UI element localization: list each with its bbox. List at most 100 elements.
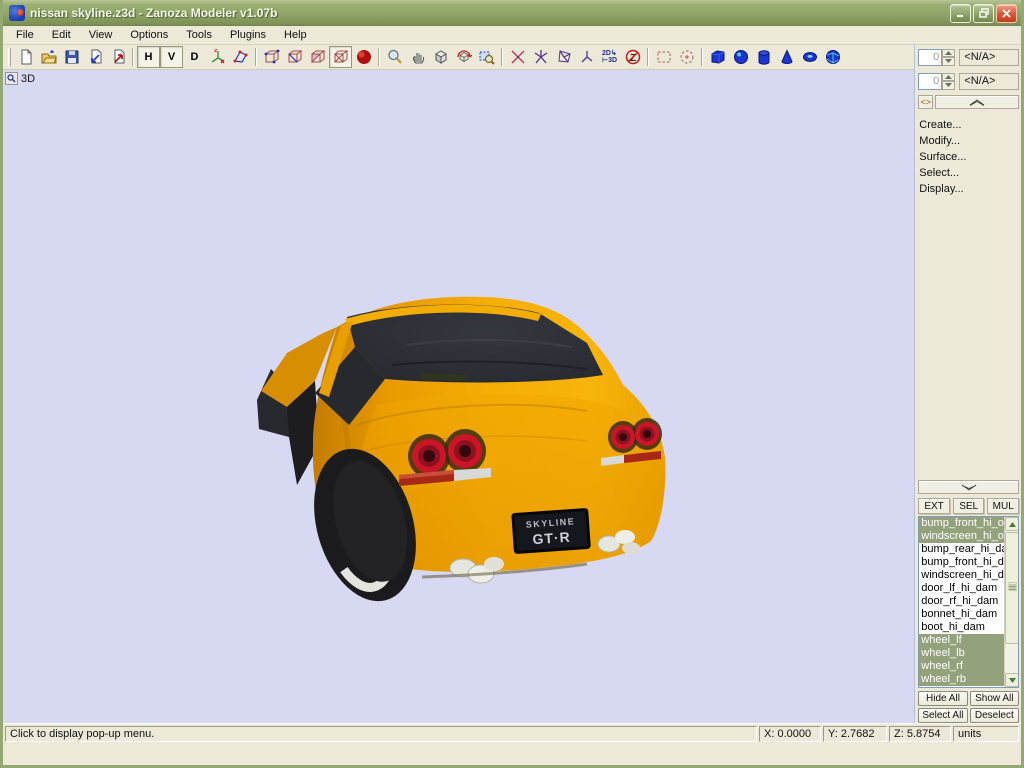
object-list-item[interactable]: wheel_rf <box>919 660 1004 673</box>
object-list-item[interactable]: wheel_lf <box>919 634 1004 647</box>
list-action-button[interactable]: Hide All <box>918 691 967 706</box>
select-circle-button[interactable] <box>675 46 698 68</box>
pan-hand-icon <box>410 49 426 65</box>
menu-item[interactable]: Help <box>275 27 316 43</box>
panel-menu-item[interactable]: Modify... <box>919 135 1019 151</box>
toolbar-grip <box>8 48 11 66</box>
scroll-up-button[interactable] <box>1005 517 1019 531</box>
spinner-1-arrows[interactable] <box>942 49 955 66</box>
swap-panel-button[interactable]: <> <box>918 95 933 109</box>
car-model[interactable]: SKYLINE GT·R <box>257 285 677 605</box>
h-toggle-button[interactable]: H <box>137 46 160 68</box>
pan-button[interactable] <box>406 46 429 68</box>
mode-button[interactable]: SEL <box>953 498 985 514</box>
import-file-icon <box>87 49 103 65</box>
object-listbox[interactable]: bump_front_hi_okwindscreen_hi_okbump_rea… <box>918 516 1019 688</box>
menu-item[interactable]: Edit <box>43 27 80 43</box>
list-action-button[interactable]: Select All <box>918 708 967 723</box>
import-file-button[interactable] <box>83 46 106 68</box>
faces-mode-button[interactable] <box>306 46 329 68</box>
spin-up-icon[interactable] <box>942 73 955 82</box>
object-list-item[interactable]: door_lf_hi_dam <box>919 582 1004 595</box>
object-list-item[interactable]: boot_hi_dam <box>919 621 1004 634</box>
material-sphere-button[interactable] <box>352 46 375 68</box>
select-rectangle-button[interactable] <box>652 46 675 68</box>
menu-item[interactable]: Options <box>121 27 177 43</box>
expand-panel-button[interactable] <box>918 480 1019 494</box>
collapse-panel-button[interactable] <box>935 95 1019 109</box>
panel-menu-item[interactable]: Display... <box>919 183 1019 199</box>
zoom-button[interactable] <box>383 46 406 68</box>
mode-button[interactable]: MUL <box>987 498 1019 514</box>
panel-menu-item[interactable]: Create... <box>919 119 1019 135</box>
faces-mode-icon <box>310 49 326 65</box>
local-axes-button[interactable] <box>575 46 598 68</box>
object-list-item[interactable]: windscreen_hi_dam <box>919 569 1004 582</box>
save-file-button[interactable] <box>60 46 83 68</box>
mode-button[interactable]: EXT <box>918 498 950 514</box>
object-list: bump_front_hi_okwindscreen_hi_okbump_rea… <box>919 517 1004 687</box>
restore-button[interactable] <box>973 4 994 23</box>
spinner-2-value[interactable]: 0 <box>918 73 942 90</box>
spin-down-icon[interactable] <box>942 81 955 90</box>
menu-item[interactable]: View <box>80 27 122 43</box>
na-selector-2[interactable]: <N/A> <box>959 73 1019 90</box>
d-toggle-button[interactable]: D <box>183 46 206 68</box>
create-box-button[interactable] <box>706 46 729 68</box>
zoom-region-button[interactable] <box>475 46 498 68</box>
panel-menu-item[interactable]: Surface... <box>919 151 1019 167</box>
edges-mode-button[interactable] <box>283 46 306 68</box>
na-selector-1[interactable]: <N/A> <box>959 49 1019 66</box>
object-list-item[interactable]: windscreen_hi_ok <box>919 530 1004 543</box>
new-file-button[interactable] <box>14 46 37 68</box>
export-file-button[interactable] <box>106 46 129 68</box>
menu-item[interactable]: File <box>7 27 43 43</box>
object-list-item[interactable]: bump_front_hi_dam <box>919 556 1004 569</box>
2d-3d-toggle-button[interactable]: 2D↳⊢3D <box>598 46 621 68</box>
object-list-item[interactable]: bump_rear_hi_dam <box>919 543 1004 556</box>
spinner-2-arrows[interactable] <box>942 73 955 90</box>
object-list-item[interactable]: wheel_lb <box>919 647 1004 660</box>
select-rectangle-icon <box>656 49 672 65</box>
v-toggle-button[interactable]: V <box>160 46 183 68</box>
minimize-button[interactable] <box>950 4 971 23</box>
spin-down-icon[interactable] <box>942 57 955 66</box>
object-list-item[interactable]: wheel_rb <box>919 673 1004 686</box>
object-list-item[interactable]: bonnet_hi_dam <box>919 608 1004 621</box>
menu-item[interactable]: Tools <box>177 27 221 43</box>
list-scrollbar[interactable] <box>1004 517 1018 687</box>
viewport-zoom-icon[interactable] <box>5 72 18 85</box>
create-cylinder-button[interactable] <box>752 46 775 68</box>
create-sphere-button[interactable] <box>729 46 752 68</box>
create-torus-button[interactable] <box>798 46 821 68</box>
right-panel: 0 <N/A> 0 <N/A> <> <box>914 45 1021 723</box>
panel-menu-item[interactable]: Select... <box>919 167 1019 183</box>
object-list-item[interactable]: bump_front_hi_ok <box>919 517 1004 530</box>
object-list-item[interactable]: door_rf_hi_dam <box>919 595 1004 608</box>
toolbar-separator <box>501 48 503 66</box>
scroll-down-button[interactable] <box>1005 673 1019 687</box>
scroll-thumb[interactable] <box>1005 532 1019 644</box>
edit-mesh-button[interactable] <box>229 46 252 68</box>
close-button[interactable] <box>996 4 1017 23</box>
create-geosphere-button[interactable] <box>821 46 844 68</box>
view-cube-button[interactable] <box>429 46 452 68</box>
spin-up-icon[interactable] <box>942 49 955 58</box>
menu-item[interactable]: Plugins <box>221 27 275 43</box>
axes-gizmo-button[interactable] <box>206 46 229 68</box>
list-action-button[interactable]: Deselect <box>970 708 1019 723</box>
spinner-1-value[interactable]: 0 <box>918 49 942 66</box>
toolbar-separator <box>132 48 134 66</box>
viewport-3d[interactable]: 3D <box>3 70 914 723</box>
objects-mode-button[interactable] <box>329 46 352 68</box>
no-z-buffer-button[interactable]: Z <box>621 46 644 68</box>
open-file-button[interactable] <box>37 46 60 68</box>
detach-faces-button[interactable] <box>552 46 575 68</box>
break-vertices-button[interactable] <box>529 46 552 68</box>
list-action-button[interactable]: Show All <box>970 691 1019 706</box>
status-units: units <box>953 726 1019 742</box>
create-cone-button[interactable] <box>775 46 798 68</box>
weld-vertices-button[interactable] <box>506 46 529 68</box>
vertices-mode-button[interactable] <box>260 46 283 68</box>
rotate-view-button[interactable] <box>452 46 475 68</box>
